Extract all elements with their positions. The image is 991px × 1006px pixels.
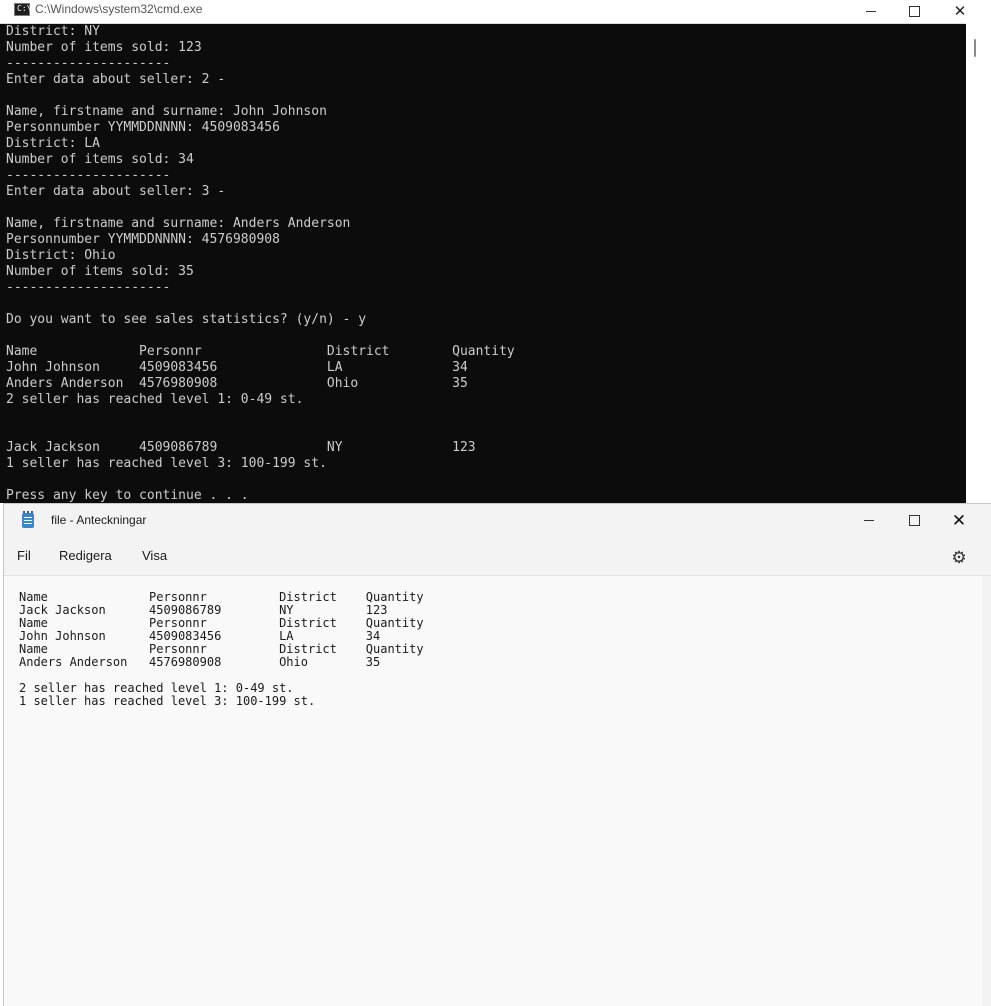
console-line: Jack Jackson 4509086789 NY 123 — [6, 440, 476, 455]
minimize-icon — [866, 10, 876, 12]
notepad-icon — [22, 511, 34, 528]
cmd-icon-text: C:\ — [17, 4, 32, 13]
maximize-icon — [908, 515, 920, 526]
notepad-text-area[interactable]: Name Personnr District Quantity Jack Jack… — [19, 591, 424, 708]
console-line: Number of items sold: 123 — [6, 40, 202, 55]
gear-icon: ⚙ — [951, 547, 967, 567]
console-output[interactable]: District: NY Number of items sold: 123 ---… — [6, 24, 956, 503]
cmd-scroll-thumb[interactable] — [974, 39, 976, 57]
console-line: Press any key to continue . . . — [6, 488, 249, 503]
console-line: District: NY — [6, 24, 100, 39]
minimize-icon — [864, 520, 874, 521]
cmd-close-button[interactable]: ✕ — [937, 0, 983, 22]
notepad-menu-bar: Fil Redigera Visa ⚙ — [4, 537, 991, 576]
notepad-text-line: 1 seller has reached level 3: 100-199 st… — [19, 694, 316, 708]
console-line: Enter data about seller: 2 - — [6, 72, 226, 87]
console-line: Enter data about seller: 3 - — [6, 184, 226, 199]
cmd-window: C:\ C:\Windows\system32\cmd.exe ✕ Distri… — [0, 0, 991, 503]
console-line: Do you want to see sales statistics? (y/… — [6, 312, 367, 327]
notepad-maximize-button[interactable] — [891, 504, 937, 537]
console-line: Number of items sold: 35 — [6, 264, 194, 279]
cmd-icon: C:\ — [14, 3, 32, 16]
console-line: District: Ohio — [6, 248, 116, 263]
notepad-window: file - Anteckningar ✕ Fil Redigera Visa … — [3, 503, 991, 1006]
settings-button[interactable]: ⚙ — [949, 547, 969, 567]
console-line: Personnumber YYMMDDNNNN: 4509083456 — [6, 120, 280, 135]
notepad-close-button[interactable]: ✕ — [936, 504, 982, 537]
console-line: Anders Anderson 4576980908 Ohio 35 — [6, 376, 468, 391]
console-line: 2 seller has reached level 1: 0-49 st. — [6, 392, 304, 407]
cmd-scrollbar[interactable] — [966, 23, 991, 503]
notepad-title-bar[interactable]: file - Anteckningar ✕ — [4, 504, 991, 537]
cmd-title-bar[interactable]: C:\ C:\Windows\system32\cmd.exe ✕ — [0, 0, 991, 24]
close-icon: ✕ — [951, 511, 967, 530]
notepad-minimize-button[interactable] — [846, 504, 892, 537]
console-line: John Johnson 4509083456 LA 34 — [6, 360, 468, 375]
console-line: --------------------- — [6, 280, 171, 295]
console-line: 1 seller has reached level 3: 100-199 st… — [6, 456, 327, 471]
menu-file[interactable]: Fil — [17, 548, 31, 564]
console-line: District: LA — [6, 136, 100, 151]
console-line: Number of items sold: 34 — [6, 152, 194, 167]
console-line: Name Personnr District Quantity — [6, 344, 515, 359]
cmd-window-title: C:\Windows\system32\cmd.exe — [35, 2, 203, 16]
cmd-maximize-button[interactable] — [891, 0, 937, 22]
notepad-window-title: file - Anteckningar — [51, 513, 147, 527]
console-line: --------------------- — [6, 168, 171, 183]
console-line: Personnumber YYMMDDNNNN: 4576980908 — [6, 232, 280, 247]
console-line: --------------------- — [6, 56, 171, 71]
console-line: Name, firstname and surname: Anders Ande… — [6, 216, 351, 231]
notepad-text-line: Anders Anderson 4576980908 Ohio 35 — [19, 655, 381, 669]
menu-edit[interactable]: Redigera — [59, 548, 112, 564]
close-icon: ✕ — [953, 3, 967, 20]
cmd-minimize-button[interactable] — [848, 0, 894, 22]
console-line: Name, firstname and surname: John Johnso… — [6, 104, 327, 119]
menu-view[interactable]: Visa — [142, 548, 167, 564]
notepad-scroll-track — [982, 576, 991, 1006]
maximize-icon — [908, 5, 920, 17]
